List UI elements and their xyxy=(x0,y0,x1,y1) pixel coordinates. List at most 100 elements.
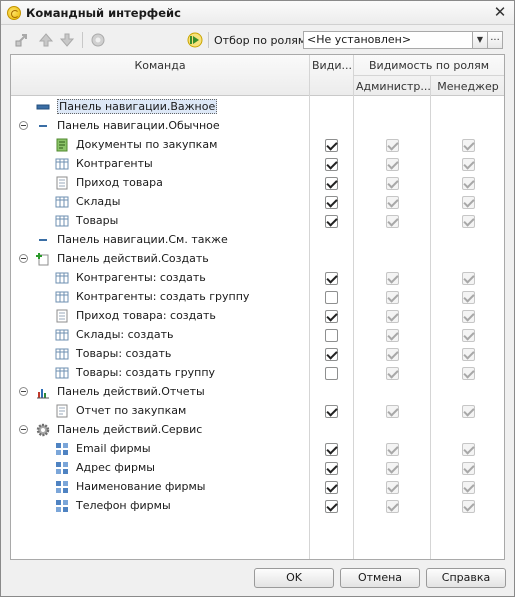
title-bar: Командный интерфейс ✕ xyxy=(1,1,514,25)
table-row[interactable]: Контрагенты: создать xyxy=(11,269,504,288)
role-manager-checkbox[interactable] xyxy=(462,215,475,228)
table-row[interactable]: Телефон фирмы xyxy=(11,497,504,516)
role-admin-checkbox[interactable] xyxy=(386,443,399,456)
table-row[interactable]: Адрес фирмы xyxy=(11,459,504,478)
role-admin-checkbox[interactable] xyxy=(386,158,399,171)
visible-checkbox[interactable] xyxy=(325,481,338,494)
visible-checkbox[interactable] xyxy=(325,405,338,418)
play-icon[interactable] xyxy=(187,32,203,48)
visible-checkbox[interactable] xyxy=(325,443,338,456)
role-admin-checkbox[interactable] xyxy=(386,500,399,513)
role-admin-checkbox[interactable] xyxy=(386,272,399,285)
role-admin-checkbox[interactable] xyxy=(386,139,399,152)
role-admin-checkbox[interactable] xyxy=(386,348,399,361)
role-manager-checkbox[interactable] xyxy=(462,348,475,361)
table-row[interactable]: Наименование фирмы xyxy=(11,478,504,497)
table-row[interactable]: Панель действий.Создать xyxy=(11,250,504,269)
table-row[interactable]: Товары: создать группу xyxy=(11,364,504,383)
move-down-icon[interactable] xyxy=(59,32,75,48)
collapse-toggle-icon[interactable] xyxy=(19,387,28,396)
table-row[interactable]: Email фирмы xyxy=(11,440,504,459)
role-manager-checkbox[interactable] xyxy=(462,367,475,380)
ok-button[interactable]: OK xyxy=(254,568,334,588)
collapse-toggle-icon[interactable] xyxy=(19,425,28,434)
column-header-command[interactable]: Команда xyxy=(11,59,309,72)
visible-checkbox[interactable] xyxy=(325,139,338,152)
visible-checkbox[interactable] xyxy=(325,215,338,228)
table-row[interactable]: Панель навигации.Обычное xyxy=(11,117,504,136)
role-admin-checkbox[interactable] xyxy=(386,310,399,323)
command-interface-window: Командный интерфейс ✕ Отбор по ролям: <Н… xyxy=(0,0,515,597)
table-row[interactable]: Товары: создать xyxy=(11,345,504,364)
visible-checkbox[interactable] xyxy=(325,367,338,380)
table-row[interactable]: Контрагенты: создать группу xyxy=(11,288,504,307)
select-more-button[interactable]: ... xyxy=(488,31,503,49)
role-manager-checkbox[interactable] xyxy=(462,139,475,152)
collapse-toggle-icon[interactable] xyxy=(19,121,28,130)
role-manager-checkbox[interactable] xyxy=(462,405,475,418)
refresh-icon[interactable] xyxy=(90,32,106,48)
visible-checkbox[interactable] xyxy=(325,500,338,513)
role-manager-checkbox[interactable] xyxy=(462,177,475,190)
visible-checkbox[interactable] xyxy=(325,310,338,323)
role-manager-checkbox[interactable] xyxy=(462,329,475,342)
table-row[interactable]: Документы по закупкам xyxy=(11,136,504,155)
table-row[interactable]: Панель навигации.Важное xyxy=(11,98,504,117)
visible-checkbox[interactable] xyxy=(325,348,338,361)
column-header-visible[interactable]: Види... xyxy=(311,59,353,72)
role-admin-checkbox[interactable] xyxy=(386,405,399,418)
role-admin-checkbox[interactable] xyxy=(386,291,399,304)
catalog-icon xyxy=(55,329,69,341)
visible-checkbox[interactable] xyxy=(325,291,338,304)
role-manager-checkbox[interactable] xyxy=(462,481,475,494)
role-manager-checkbox[interactable] xyxy=(462,443,475,456)
help-button[interactable]: Справка xyxy=(426,568,506,588)
move-to-section-icon[interactable] xyxy=(14,32,30,48)
chevron-down-icon[interactable]: ▼ xyxy=(473,31,488,49)
role-manager-checkbox[interactable] xyxy=(462,291,475,304)
visible-checkbox[interactable] xyxy=(325,177,338,190)
table-row[interactable]: Отчет по закупкам xyxy=(11,402,504,421)
row-label: Склады xyxy=(76,195,121,208)
collapse-toggle-icon[interactable] xyxy=(19,254,28,263)
role-filter-input[interactable]: <Не установлен> xyxy=(303,31,473,49)
table-row[interactable]: Товары xyxy=(11,212,504,231)
visible-checkbox[interactable] xyxy=(325,329,338,342)
table-row[interactable]: Склады xyxy=(11,193,504,212)
row-label: Товары: создать группу xyxy=(76,366,216,379)
role-admin-checkbox[interactable] xyxy=(386,329,399,342)
role-admin-checkbox[interactable] xyxy=(386,177,399,190)
role-admin-checkbox[interactable] xyxy=(386,215,399,228)
cancel-button[interactable]: Отмена xyxy=(340,568,420,588)
move-up-icon[interactable] xyxy=(38,32,54,48)
role-manager-checkbox[interactable] xyxy=(462,196,475,209)
column-header-role-manager[interactable]: Менеджер xyxy=(432,80,504,93)
grid-divider xyxy=(309,55,310,96)
row-label: Товары: создать xyxy=(76,347,172,360)
close-button[interactable]: ✕ xyxy=(492,4,508,20)
table-row[interactable]: Приход товара xyxy=(11,174,504,193)
toolbar-separator xyxy=(208,32,209,48)
role-admin-checkbox[interactable] xyxy=(386,481,399,494)
visible-checkbox[interactable] xyxy=(325,158,338,171)
role-manager-checkbox[interactable] xyxy=(462,272,475,285)
role-manager-checkbox[interactable] xyxy=(462,310,475,323)
commands-grid: Команда Види... Видимость по ролям Админ… xyxy=(10,54,505,560)
visible-checkbox[interactable] xyxy=(325,272,338,285)
column-header-role-admin[interactable]: Администр... xyxy=(356,80,430,93)
role-admin-checkbox[interactable] xyxy=(386,196,399,209)
role-manager-checkbox[interactable] xyxy=(462,500,475,513)
role-manager-checkbox[interactable] xyxy=(462,158,475,171)
row-label: Панель действий.Создать xyxy=(57,252,209,265)
visible-checkbox[interactable] xyxy=(325,196,338,209)
table-row[interactable]: Приход товара: создать xyxy=(11,307,504,326)
table-row[interactable]: Панель навигации.См. также xyxy=(11,231,504,250)
table-row[interactable]: Панель действий.Отчеты xyxy=(11,383,504,402)
role-admin-checkbox[interactable] xyxy=(386,367,399,380)
role-admin-checkbox[interactable] xyxy=(386,462,399,475)
table-row[interactable]: Панель действий.Сервис xyxy=(11,421,504,440)
table-row[interactable]: Склады: создать xyxy=(11,326,504,345)
visible-checkbox[interactable] xyxy=(325,462,338,475)
table-row[interactable]: Контрагенты xyxy=(11,155,504,174)
role-manager-checkbox[interactable] xyxy=(462,462,475,475)
